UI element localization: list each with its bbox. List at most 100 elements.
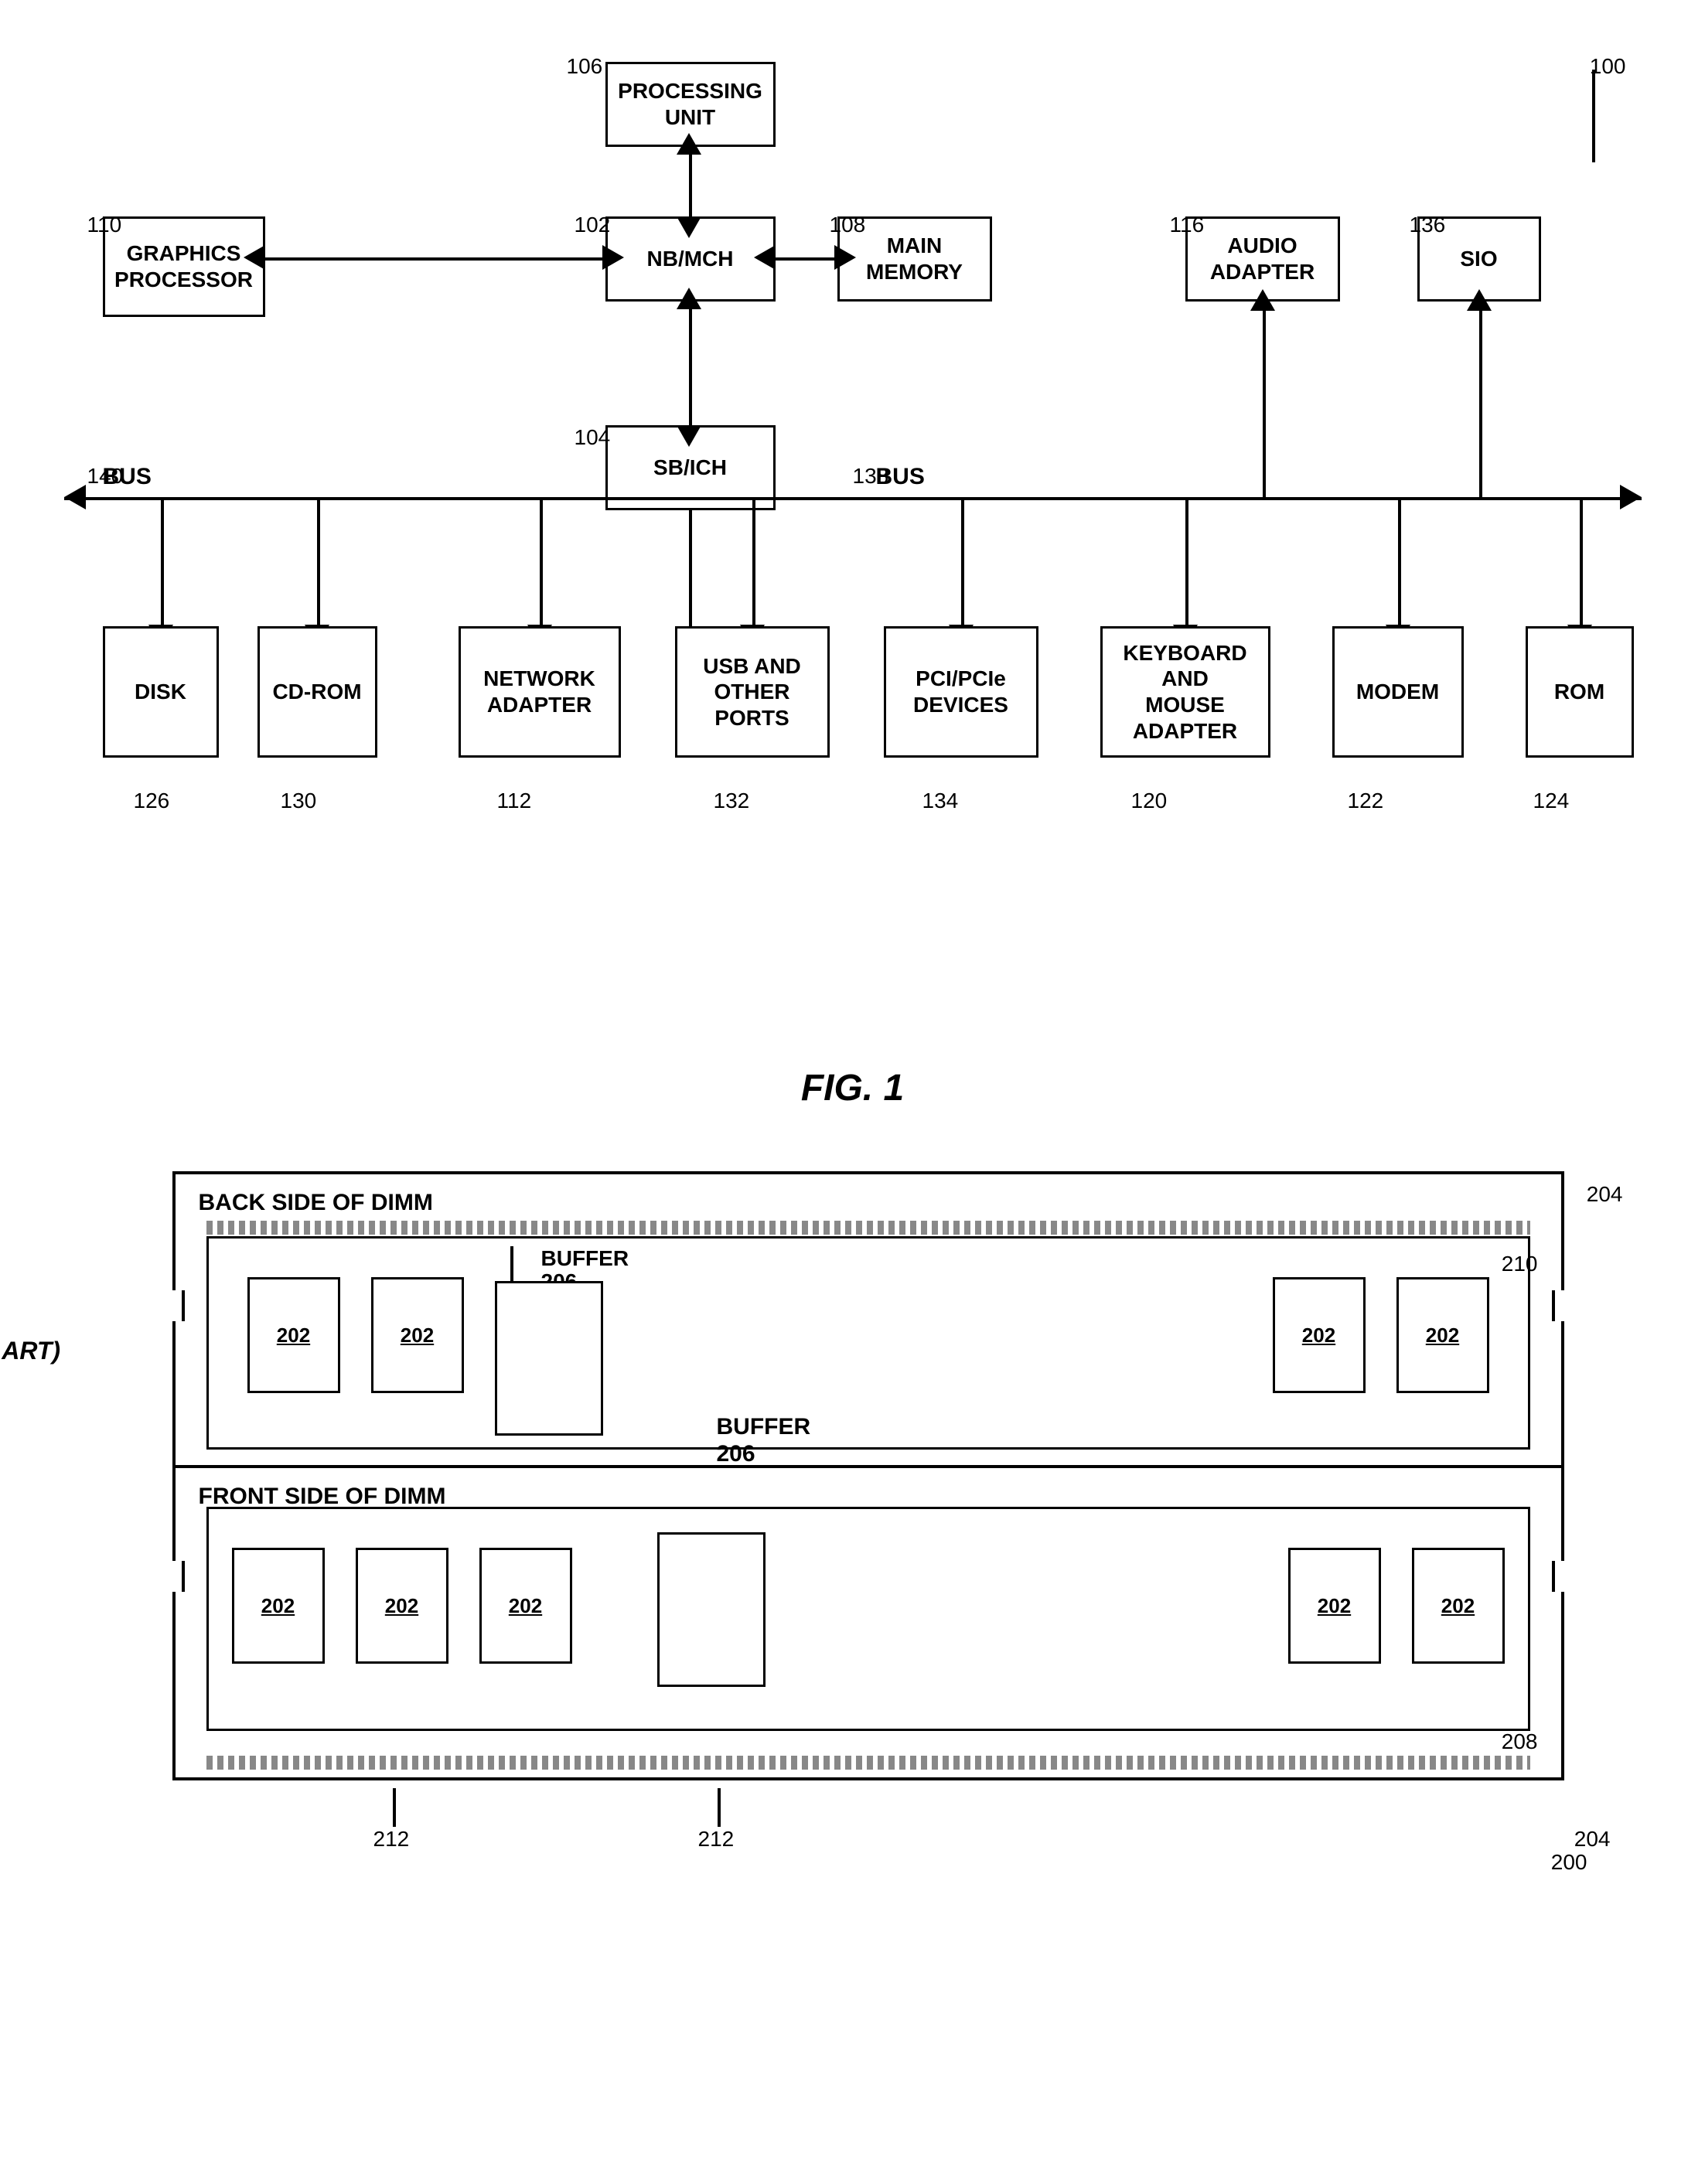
sio-vline [1479, 303, 1482, 499]
net-vline [540, 499, 543, 629]
graphics-processor-box: GRAPHICS PROCESSOR [103, 216, 265, 317]
back-chip-3: 202 [1273, 1277, 1366, 1393]
cdrom-vline [317, 499, 320, 629]
ref100-line [1592, 70, 1595, 162]
buffer-arrow-back [510, 1246, 513, 1285]
front-buffer-box [657, 1532, 766, 1687]
nb-arrow-down [677, 216, 701, 238]
ref212-left-line [393, 1788, 396, 1827]
nb-arrow-up2 [677, 288, 701, 309]
dimm-outer: 204 BACK SIDE OF DIMM 210 202 [172, 1171, 1564, 1780]
back-chip-1: 202 [247, 1277, 340, 1393]
fig2-subtitle: (PRIOR ART) [0, 1335, 60, 1368]
ref-140: 140 [87, 464, 124, 489]
front-notch-left [169, 1561, 185, 1592]
ref-212-left: 212 [373, 1827, 410, 1852]
bus-arrow-left [64, 485, 86, 509]
proc-arrow-up [677, 133, 701, 155]
front-chip-5: 202 [1412, 1548, 1505, 1664]
ref-124: 124 [1533, 789, 1570, 813]
nb-gpu-line [265, 257, 605, 261]
bus-line [64, 497, 1642, 500]
fig2-refs-row: 212 212 204 200 [172, 1780, 1564, 1873]
ref-132: 132 [714, 789, 750, 813]
back-inner-box: 202 202 BUFFER 206 202 [206, 1236, 1530, 1450]
dimm-front: BUFFER 206 FRONT SIDE OF DIMM 202 202 [176, 1468, 1561, 1777]
back-chip-4: 202 [1396, 1277, 1489, 1393]
fig2-title: FIG. 2 [0, 1295, 60, 1335]
cd-rom-box: CD-ROM [257, 626, 377, 758]
front-chip-3: 202 [479, 1548, 572, 1664]
rom-box: ROM [1526, 626, 1634, 758]
gpu-arrow-left [244, 245, 265, 270]
pci-devices-box: PCI/PCIe DEVICES [884, 626, 1038, 758]
ref-208: 208 [1502, 1729, 1538, 1754]
fig2-section: FIG. 2 (PRIOR ART) 204 BACK SIDE OF DIMM… [62, 1171, 1643, 1873]
dimm-back: BACK SIDE OF DIMM 210 202 202 [176, 1174, 1561, 1468]
ref-106: 106 [567, 54, 603, 79]
usb-vline [752, 499, 755, 629]
ref-130: 130 [281, 789, 317, 813]
fig1-diagram: 100 PROCESSING UNIT 106 NB/MCH 102 MAIN … [64, 46, 1642, 1051]
ref-102: 102 [575, 213, 611, 237]
ref-110: 110 [87, 213, 122, 237]
modem-vline [1398, 499, 1401, 629]
back-connector-strip [206, 1221, 1530, 1235]
rom-vline [1580, 499, 1583, 629]
back-label: BACK SIDE OF DIMM [199, 1190, 433, 1216]
ref-200: 200 [1551, 1850, 1587, 1875]
ref-104: 104 [575, 425, 611, 450]
keyboard-mouse-box: KEYBOARD AND MOUSE ADAPTER [1100, 626, 1270, 758]
fig2-diagram: FIG. 2 (PRIOR ART) 204 BACK SIDE OF DIMM… [64, 1171, 1642, 1873]
ref-134: 134 [922, 789, 959, 813]
ref-108: 108 [830, 213, 866, 237]
kbd-vline [1185, 499, 1188, 629]
bus-arrow-right [1620, 485, 1642, 509]
disk-box: DISK [103, 626, 219, 758]
buffer-label-front-title: BUFFER [717, 1414, 811, 1440]
sb-arrow-down [677, 425, 701, 447]
gpu-arrow-right [602, 245, 624, 270]
ref212-center-line [718, 1788, 721, 1827]
usb-ports-box: USB AND OTHER PORTS [675, 626, 830, 758]
front-label: FRONT SIDE OF DIMM [199, 1484, 446, 1510]
ref-122: 122 [1348, 789, 1384, 813]
front-connector-strip [206, 1756, 1530, 1770]
front-chip-2: 202 [356, 1548, 448, 1664]
ref-120: 120 [1131, 789, 1168, 813]
sbich-down [689, 510, 692, 626]
nb-mem-line [776, 257, 837, 261]
buffer-num-front-title: 206 [717, 1441, 755, 1467]
back-buffer-box [495, 1281, 603, 1436]
fig1-caption: FIG. 1 [62, 1067, 1643, 1109]
nb-sb-line [689, 302, 692, 427]
ref-204-bottom: 204 [1574, 1827, 1611, 1852]
page: 100 PROCESSING UNIT 106 NB/MCH 102 MAIN … [0, 0, 1705, 2184]
ref-136: 136 [1410, 213, 1446, 237]
back-notch-left [169, 1290, 185, 1321]
modem-box: MODEM [1332, 626, 1464, 758]
proc-nb-line [689, 147, 692, 218]
fig2-label-area: FIG. 2 (PRIOR ART) [0, 1295, 60, 1368]
back-notch-right [1552, 1290, 1567, 1321]
ref-100: 100 [1590, 54, 1626, 79]
ref-204-top: 204 [1587, 1182, 1623, 1207]
front-chip-4: 202 [1288, 1548, 1381, 1664]
ref-116: 116 [1170, 213, 1205, 237]
disk-vline [161, 499, 164, 629]
ref-126: 126 [134, 789, 170, 813]
ref-212-center: 212 [698, 1827, 735, 1852]
back-chip-2: 202 [371, 1277, 464, 1393]
buffer-label-back: BUFFER [541, 1246, 629, 1271]
front-inner-box: 202 202 202 202 [206, 1507, 1530, 1731]
ref-112: 112 [497, 789, 532, 813]
pci-vline [961, 499, 964, 629]
mem-arrow-right [834, 245, 856, 270]
sio-arrow [1467, 289, 1492, 311]
mem-arrow-left [754, 245, 776, 270]
audio-vline [1263, 303, 1266, 499]
network-adapter-box: NETWORK ADAPTER [459, 626, 621, 758]
ref-138: 138 [853, 464, 889, 489]
front-notch-right [1552, 1561, 1567, 1592]
front-chip-1: 202 [232, 1548, 325, 1664]
